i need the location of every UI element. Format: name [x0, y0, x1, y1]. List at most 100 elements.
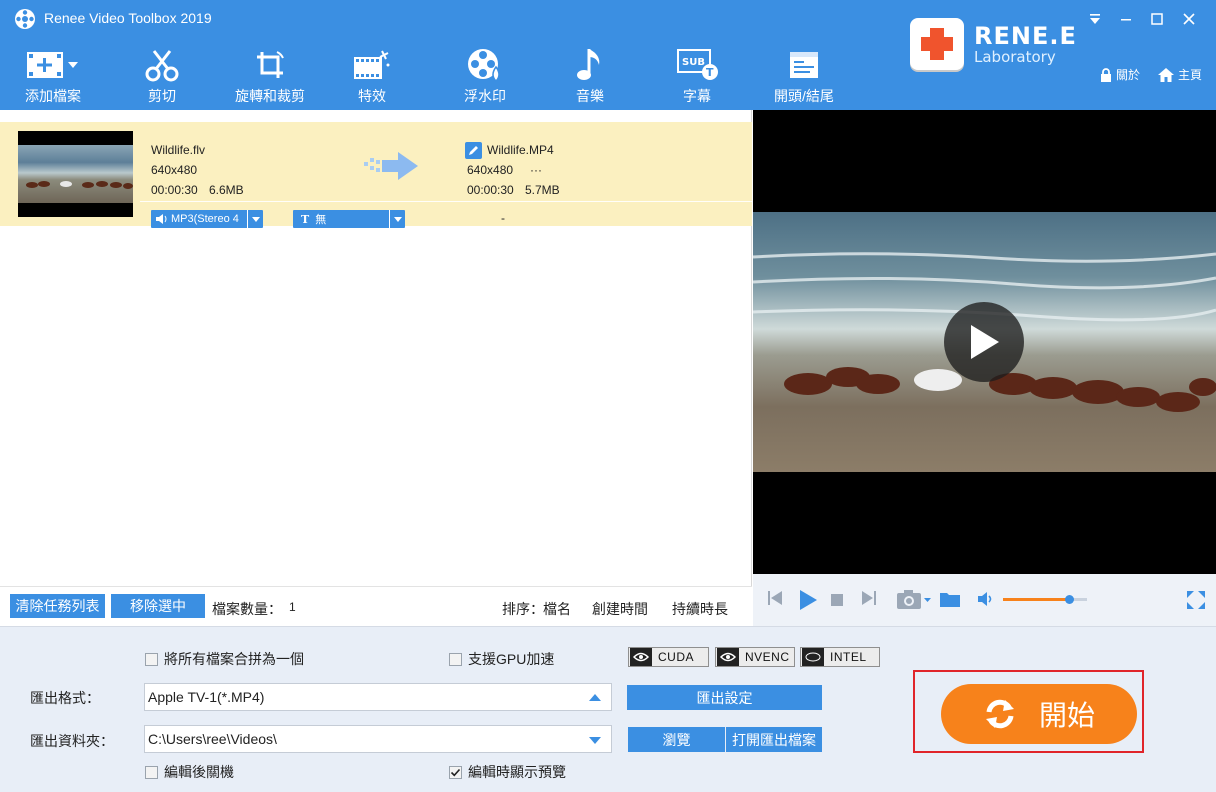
- cuda-badge: CUDA: [628, 647, 709, 667]
- folder-icon[interactable]: [939, 590, 961, 608]
- video-thumbnail: [18, 131, 133, 217]
- tool-label: 添加檔案: [25, 88, 81, 104]
- chevron-down-icon: [389, 210, 405, 228]
- nvenc-badge: NVENC: [715, 647, 795, 667]
- open-output-folder-button[interactable]: 打開匯出檔案: [726, 727, 822, 752]
- edit-output-icon[interactable]: [465, 142, 482, 159]
- volume-icon[interactable]: [977, 591, 995, 607]
- intro-outro-icon: [790, 52, 818, 78]
- tool-label: 剪切: [148, 88, 176, 104]
- row-separator: [140, 201, 752, 202]
- volume-slider[interactable]: [1003, 595, 1087, 604]
- play-icon: [971, 325, 999, 359]
- format-value: Apple TV-1(*.MP4): [148, 689, 265, 705]
- export-settings-button[interactable]: 匯出設定: [627, 685, 822, 710]
- tool-add-file[interactable]: 添加檔案: [14, 46, 92, 108]
- merge-files-checkbox[interactable]: 將所有檔案合拼為一個: [145, 649, 304, 669]
- tool-cut[interactable]: 剪切: [132, 46, 192, 108]
- camera-snapshot-icon[interactable]: [896, 588, 932, 610]
- output-more-button[interactable]: ···: [530, 163, 542, 177]
- tool-rotate-crop[interactable]: 旋轉和裁剪: [226, 46, 314, 108]
- refresh-icon: [985, 699, 1014, 729]
- menu-dropdown-button[interactable]: [1082, 6, 1108, 32]
- fullscreen-icon[interactable]: [1186, 590, 1206, 610]
- subtitle-track-select[interactable]: T 無: [293, 210, 405, 228]
- video-preview[interactable]: [753, 110, 1216, 574]
- tool-label: 旋轉和裁剪: [235, 88, 305, 104]
- tool-label: 音樂: [576, 88, 604, 104]
- source-size: 6.6MB: [209, 183, 244, 197]
- volume-knob[interactable]: [1064, 595, 1074, 604]
- brand-logo: RENE.E Laboratory: [910, 18, 1076, 74]
- show-preview-checkbox[interactable]: 編輯時顯示預覽: [449, 762, 566, 782]
- folder-select[interactable]: C:\Users\ree\Videos\: [144, 725, 612, 753]
- source-resolution: 640x480: [151, 163, 198, 177]
- speaker-icon: [156, 214, 167, 224]
- previous-icon[interactable]: [767, 588, 783, 608]
- start-label: 開始: [1038, 699, 1095, 732]
- app-title: Renee Video Toolbox 2019: [44, 10, 212, 26]
- svg-text:SUB: SUB: [682, 57, 705, 68]
- tool-watermark[interactable]: 浮水印: [456, 46, 514, 108]
- format-label: 匯出格式：: [30, 690, 100, 706]
- audio-track-value: MP3(Stereo 4: [171, 213, 239, 225]
- intel-chip-icon: [802, 648, 824, 666]
- maximize-button[interactable]: [1144, 6, 1170, 32]
- chevron-down-icon: [247, 210, 263, 228]
- title-toolbar: Renee Video Toolbox 2019 添加檔案 剪切 旋轉和裁剪 特…: [0, 0, 1216, 110]
- volume-fill: [1003, 598, 1069, 601]
- tool-subtitle[interactable]: SUB T 字幕: [670, 46, 724, 108]
- tool-label: 開頭/結尾: [774, 88, 834, 104]
- source-filename: Wildlife.flv: [151, 143, 206, 157]
- start-highlight-frame: 開始: [913, 670, 1144, 753]
- tool-label: 浮水印: [464, 88, 506, 104]
- minimize-button[interactable]: [1113, 6, 1139, 32]
- checkbox-box: [145, 765, 158, 779]
- output-size: 5.7MB: [525, 183, 560, 197]
- sort-by-duration[interactable]: 持續時長: [672, 599, 728, 619]
- next-icon[interactable]: [861, 588, 877, 608]
- subtitle-track-value: 無: [315, 214, 327, 226]
- checkbox-box: [449, 765, 462, 779]
- app-logo-icon: [15, 9, 35, 29]
- check-icon: [450, 768, 461, 776]
- add-file-icon: [27, 52, 78, 78]
- tool-music[interactable]: 音樂: [564, 46, 616, 108]
- tool-intro-outro[interactable]: 開頭/結尾: [768, 46, 840, 108]
- watermark-icon: [468, 49, 500, 83]
- remove-selected-button[interactable]: 移除選中: [111, 594, 205, 618]
- gpu-accel-checkbox[interactable]: 支援GPU加速: [449, 649, 554, 669]
- lock-icon: [1101, 67, 1111, 82]
- output-resolution: 640x480: [467, 163, 514, 177]
- chevron-up-icon: [589, 694, 601, 701]
- about-link[interactable]: 關於: [1100, 66, 1140, 83]
- sort-by-created[interactable]: 創建時間: [592, 599, 648, 619]
- text-t-icon: T: [301, 212, 310, 226]
- format-select[interactable]: Apple TV-1(*.MP4): [144, 683, 612, 711]
- home-label: 主頁: [1178, 68, 1203, 82]
- stop-button[interactable]: [831, 594, 843, 606]
- audio-track-select[interactable]: MP3(Stereo 4: [151, 210, 263, 228]
- browse-button[interactable]: 瀏覽: [628, 727, 725, 752]
- sort-by-name[interactable]: 檔名: [543, 599, 571, 619]
- clear-list-button[interactable]: 清除任務列表: [10, 594, 105, 618]
- shutdown-after-checkbox[interactable]: 編輯後關機: [145, 762, 234, 782]
- first-aid-cross-icon: [921, 28, 953, 60]
- file-count-value: 1: [289, 600, 296, 614]
- play-overlay-button[interactable]: [944, 302, 1024, 382]
- nvidia-eye-icon: [630, 648, 652, 666]
- file-row[interactable]: Wildlife.flv 640x480 00:00:30 6.6MB Wild…: [0, 122, 752, 228]
- tool-effects[interactable]: 特效: [344, 46, 400, 108]
- home-link[interactable]: 主頁: [1158, 66, 1202, 83]
- brand-box: [910, 18, 964, 70]
- start-button[interactable]: 開始: [941, 684, 1137, 744]
- close-button[interactable]: [1176, 6, 1202, 32]
- nvenc-label: NVENC: [745, 650, 790, 664]
- intel-label: INTEL: [830, 650, 867, 664]
- file-count-label: 檔案數量：: [212, 601, 282, 617]
- brand-sub: Laboratory: [974, 48, 1056, 66]
- play-button[interactable]: [798, 589, 818, 611]
- subtitle-icon: SUB T: [677, 49, 718, 80]
- folder-label: 匯出資料夾：: [30, 733, 114, 749]
- source-duration: 00:00:30: [151, 183, 198, 197]
